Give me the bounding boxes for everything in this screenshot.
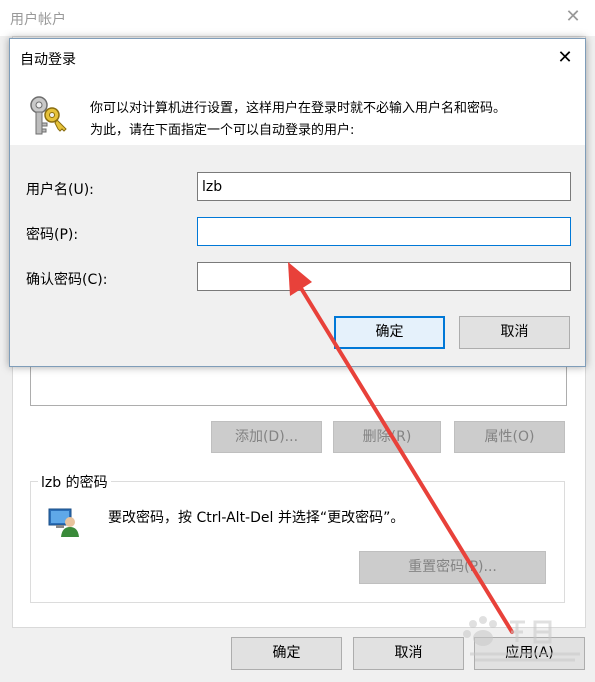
auto-logon-title: 自动登录 bbox=[20, 52, 76, 68]
dialog-cancel-button[interactable]: 取消 bbox=[459, 316, 570, 349]
properties-button[interactable]: 属性(O) bbox=[454, 421, 565, 453]
user-password-icon bbox=[48, 508, 79, 537]
password-label: 密码(P): bbox=[26, 227, 79, 243]
user-accounts-titlebar: 用户帐户 ✕ bbox=[0, 0, 595, 36]
auto-logon-close-icon[interactable]: ✕ bbox=[554, 47, 576, 69]
add-user-button[interactable]: 添加(D)... bbox=[211, 421, 322, 453]
description-line-2: 为此，请在下面指定一个可以自动登录的用户: bbox=[90, 123, 355, 138]
user-accounts-close-icon[interactable]: ✕ bbox=[562, 6, 584, 28]
confirm-password-label: 确认密码(C): bbox=[26, 272, 108, 288]
username-label: 用户名(U): bbox=[26, 182, 94, 198]
auto-logon-titlebar: 自动登录 ✕ bbox=[10, 39, 585, 77]
password-field[interactable] bbox=[197, 217, 571, 246]
watermark-logo bbox=[463, 616, 580, 662]
confirm-password-field[interactable] bbox=[197, 262, 571, 291]
user-accounts-title: 用户帐户 bbox=[10, 12, 66, 28]
main-cancel-button[interactable]: 取消 bbox=[353, 637, 464, 670]
remove-user-button[interactable]: 删除(R) bbox=[333, 421, 441, 453]
password-groupbox bbox=[30, 481, 565, 603]
keys-icon bbox=[30, 96, 67, 135]
dialog-ok-button[interactable]: 确定 bbox=[334, 316, 445, 349]
change-password-instruction: 要改密码，按 Ctrl-Alt-Del 并选择“更改密码”。 bbox=[108, 510, 405, 526]
auto-logon-dialog: 自动登录 ✕ 你可以对计算机进行设置，这样用户在登录时就不必输入用户名和密码。 … bbox=[9, 38, 586, 367]
description-line-1: 你可以对计算机进行设置，这样用户在登录时就不必输入用户名和密码。 bbox=[90, 101, 507, 116]
username-field[interactable] bbox=[197, 172, 571, 201]
reset-password-button[interactable]: 重置密码(P)... bbox=[359, 551, 546, 584]
password-group-title: lzb 的密码 bbox=[38, 472, 111, 492]
main-ok-button[interactable]: 确定 bbox=[231, 637, 342, 670]
